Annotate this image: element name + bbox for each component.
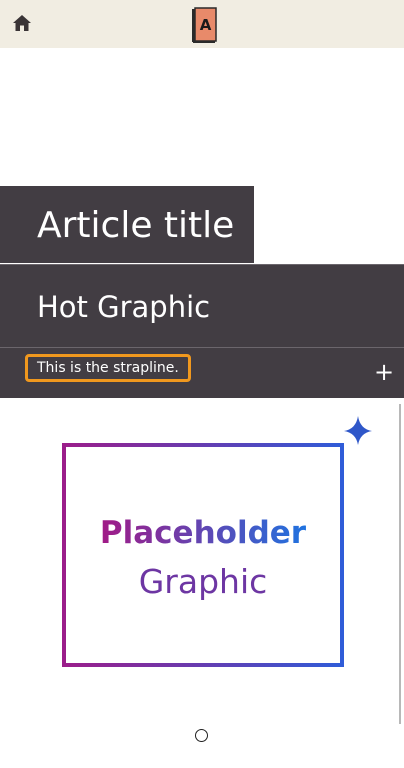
graphic-line-1: Placeholder: [100, 515, 307, 551]
logo-letter: A: [200, 16, 212, 34]
strapline-button[interactable]: This is the strapline.: [25, 354, 191, 382]
graphic-frame: [62, 443, 344, 667]
strapline-text: This is the strapline.: [37, 360, 179, 376]
carousel-dot[interactable]: [195, 729, 208, 742]
article-title-panel: Article title: [0, 186, 254, 263]
hot-graphic-image[interactable]: Placeholder Graphic: [0, 397, 404, 727]
article-title: Article title: [37, 205, 235, 246]
expand-button[interactable]: +: [374, 360, 394, 384]
plus-icon: +: [374, 358, 395, 386]
component-title-panel: Hot Graphic: [0, 264, 404, 347]
sparkle-icon: [344, 416, 372, 445]
component-title: Hot Graphic: [37, 290, 211, 324]
top-bar: A: [0, 0, 404, 48]
home-icon: [13, 15, 31, 31]
book-logo-icon[interactable]: A: [191, 7, 217, 44]
graphic-line-2: Graphic: [139, 562, 268, 601]
home-button[interactable]: [11, 13, 33, 33]
strapline-panel: This is the strapline. +: [0, 347, 404, 398]
scrollbar[interactable]: [399, 404, 401, 724]
placeholder-graphic: Placeholder Graphic: [2, 416, 372, 697]
